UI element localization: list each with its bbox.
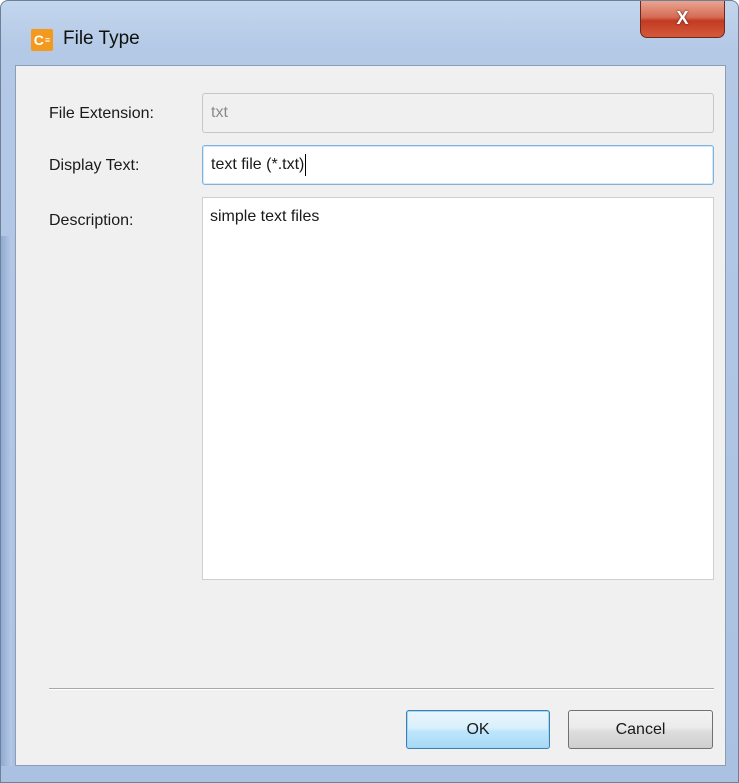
display-text-field[interactable]: text file (*.txt) [202,145,714,185]
file-type-dialog: C≡ File Type X File Extension: txt Displ… [0,0,739,783]
button-separator [49,688,714,690]
description-textarea[interactable]: simple text files [202,197,714,580]
title-bar[interactable]: C≡ File Type X [1,1,738,57]
text-caret [305,153,307,176]
file-extension-label: File Extension: [49,105,154,122]
description-value: simple text files [210,208,320,225]
ok-button[interactable]: OK [406,710,550,749]
description-label: Description: [49,212,134,229]
window-frame-strip [1,236,12,766]
display-text-label: Display Text: [49,157,140,174]
display-text-value: text file (*.txt) [211,156,305,173]
close-icon: X [676,8,689,28]
app-logo-icon: C≡ [31,29,53,51]
dialog-body: File Extension: txt Display Text: text f… [15,65,726,766]
window-title: File Type [63,28,140,49]
file-extension-field: txt [202,93,714,133]
close-button[interactable]: X [640,1,725,38]
cancel-button[interactable]: Cancel [568,710,713,749]
